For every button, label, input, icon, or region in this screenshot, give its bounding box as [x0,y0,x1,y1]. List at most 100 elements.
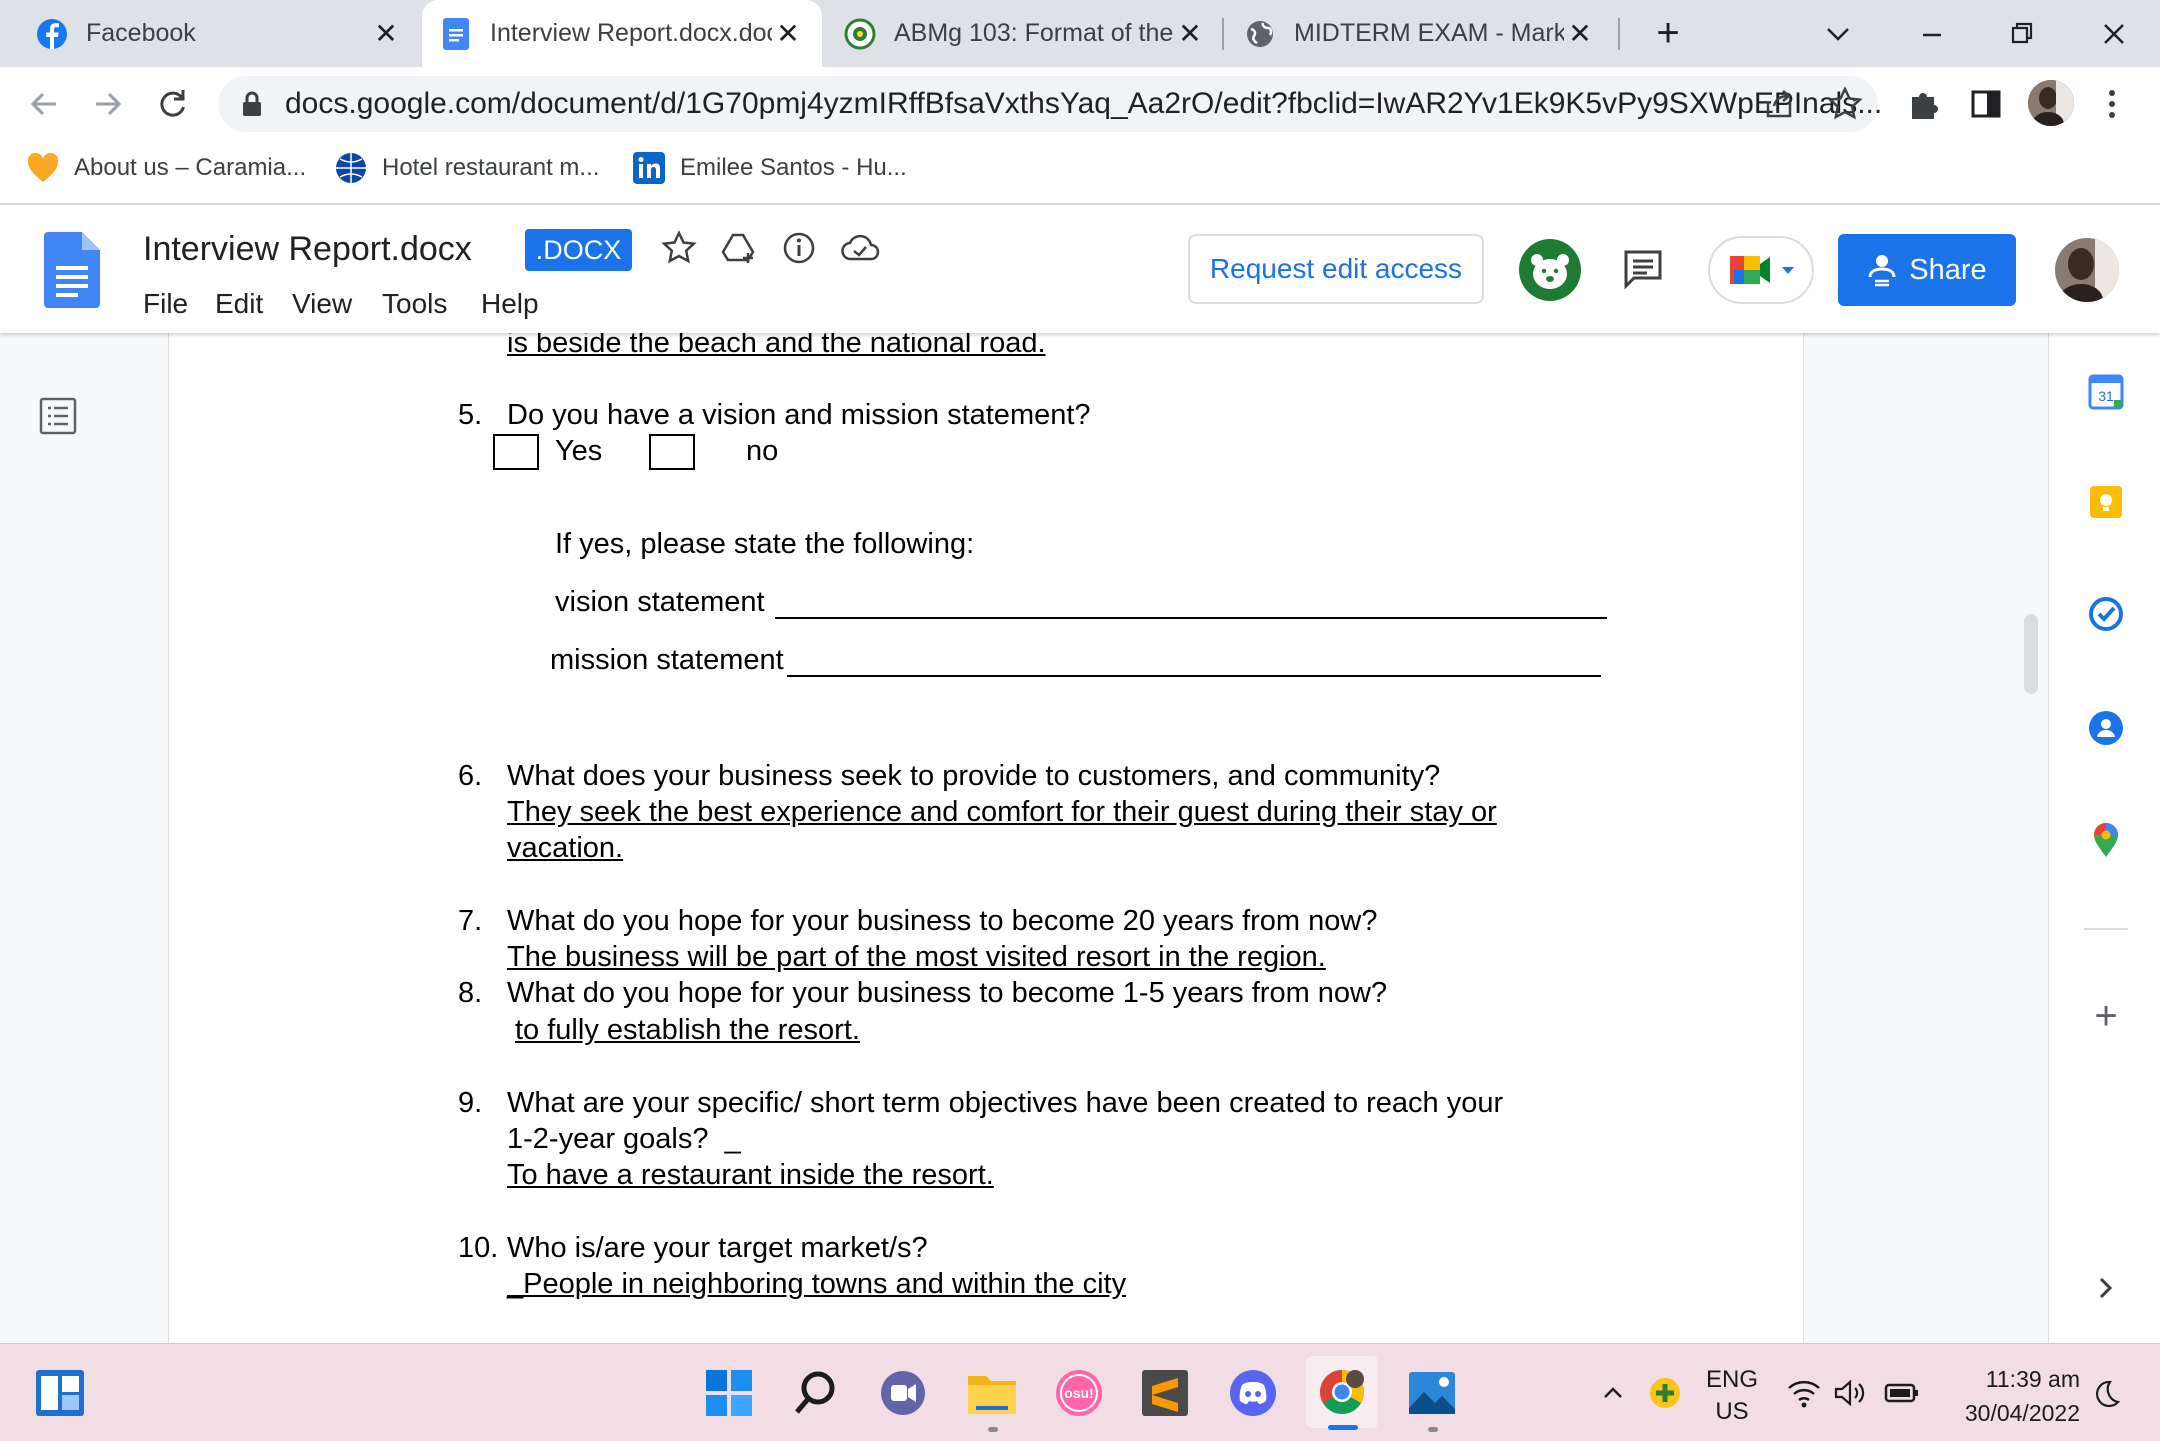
input-language-indicator[interactable]: ENG US [1700,1364,1764,1428]
close-tab-icon[interactable]: ✕ [772,18,804,50]
teams-chat-icon[interactable] [878,1368,928,1418]
scrollbar-thumb[interactable] [2024,614,2038,694]
chrome-menu-icon[interactable] [2100,86,2124,122]
tab-title: ABMg 103: Format of the [894,19,1174,47]
show-hidden-icons-chevron-icon[interactable] [1598,1378,1628,1408]
notification-moon-icon[interactable] [2090,1378,2122,1410]
question-6-text: What does your business seek to provide … [507,760,1441,792]
get-add-ons-plus-icon[interactable]: + [2088,996,2124,1036]
bear-extension-icon[interactable] [1518,238,1582,302]
document-page[interactable]: is beside the beach and the national roa… [168,333,1804,1343]
photos-icon[interactable] [1406,1368,1458,1418]
no-checkbox[interactable] [649,434,695,470]
question-8-number: 8. [458,977,483,1009]
google-contacts-icon[interactable] [2088,710,2124,746]
menu-help[interactable]: Help [481,288,539,320]
google-keep-icon[interactable] [2088,484,2124,520]
minimize-icon[interactable] [1912,14,1952,54]
expand-panel-chevron-icon[interactable] [2092,1270,2120,1306]
account-avatar[interactable] [2055,238,2119,302]
question-5-text: Do you have a vision and mission stateme… [507,399,1091,431]
menu-tools[interactable]: Tools [382,288,447,320]
menu-file[interactable]: File [143,288,188,320]
osu-icon[interactable]: osu! [1054,1368,1104,1418]
share-button[interactable]: Share [1838,234,2016,306]
extensions-puzzle-icon[interactable] [1906,85,1944,123]
profile-avatar[interactable] [2028,80,2074,126]
restore-window-icon[interactable] [2002,14,2042,54]
battery-icon[interactable] [1884,1378,1920,1408]
forward-arrow-icon[interactable] [88,84,128,124]
meet-button[interactable] [1708,236,1814,304]
facebook-icon [36,18,68,50]
bookmark-hotel-restaurant[interactable]: Hotel restaurant m... [334,150,599,186]
globe-icon [1244,18,1276,50]
volume-icon[interactable] [1832,1376,1866,1410]
back-arrow-icon[interactable] [24,84,64,124]
new-tab-plus-icon[interactable]: + [1648,13,1688,54]
tab-search-chevron-icon[interactable] [1818,14,1858,54]
comments-icon[interactable] [1622,248,1664,290]
close-tab-icon[interactable]: ✕ [1174,18,1206,50]
vision-statement-label: vision statement [555,586,765,618]
sublime-text-icon[interactable] [1140,1368,1190,1418]
file-explorer-icon[interactable] [966,1368,1018,1418]
cloud-saved-icon[interactable] [840,229,880,267]
answer-4-fragment: is beside the beach and the national roa… [507,333,1046,359]
document-title[interactable]: Interview Report.docx [143,230,472,269]
google-tasks-icon[interactable] [2088,596,2124,632]
tab-midterm-exam[interactable]: MIDTERM EXAM - Market ✕ [1224,0,1614,67]
tab-title: MIDTERM EXAM - Market [1294,19,1564,47]
reload-icon[interactable] [152,84,192,124]
osu-label: osu! [1064,1385,1094,1401]
wifi-icon[interactable] [1786,1376,1822,1410]
vision-statement-blank[interactable] [775,617,1607,619]
close-tab-icon[interactable]: ✕ [1564,18,1596,50]
question-10-text: Who is/are your target market/s? [507,1232,928,1264]
windows-start-icon[interactable] [704,1368,754,1418]
share-label: Share [1909,253,1987,286]
running-indicator [988,1427,998,1432]
close-window-icon[interactable] [2094,14,2134,54]
star-icon[interactable] [660,229,698,267]
clock[interactable]: 11:39 am 30/04/2022 [1940,1362,2080,1430]
tab-interview-report[interactable]: Interview Report.docx.doc ✕ [422,0,822,67]
menu-view[interactable]: View [292,288,352,320]
bookmark-about-us[interactable]: About us – Caramia... [26,150,306,186]
clock-time: 11:39 am [1985,1366,2080,1392]
chrome-icon [1320,1370,1364,1414]
tab-abmg-103[interactable]: ABMg 103: Format of the ✕ [824,0,1224,67]
yes-checkbox[interactable] [493,434,539,470]
google-calendar-icon[interactable]: 31 [2088,374,2124,410]
google-meet-icon [1730,256,1794,284]
bookmark-emilee-santos[interactable]: Emilee Santos - Hu... [632,150,907,186]
lock-icon[interactable] [240,90,264,118]
answer-6-line-2: vacation. [507,832,624,864]
menu-edit[interactable]: Edit [215,288,263,320]
bookmark-star-icon[interactable] [1826,85,1864,123]
tab-separator [1618,18,1620,50]
document-outline-icon[interactable] [38,396,78,436]
question-7-text: What do you hope for your business to be… [507,905,1378,937]
widgets-icon[interactable] [34,1368,86,1418]
bookmarks-bar [0,141,2160,205]
share-page-icon[interactable] [1762,86,1798,122]
question-5-number: 5. [458,399,483,431]
info-icon[interactable] [780,229,818,267]
question-9-text-line-2: 1-2-year goals? _ [507,1123,741,1155]
discord-icon[interactable] [1228,1368,1278,1418]
security-shield-tray-icon[interactable] [1648,1376,1682,1410]
close-tab-icon[interactable]: ✕ [370,18,402,50]
search-icon[interactable] [791,1368,841,1418]
tab-title: Facebook [86,19,196,47]
side-panel-icon[interactable] [1970,88,2002,120]
add-to-drive-icon[interactable] [720,229,758,267]
chrome-taskbar-button[interactable] [1306,1356,1378,1428]
url-text[interactable]: docs.google.com/document/d/1G70pmj4yzmIR… [285,87,1882,121]
answer-7: The business will be part of the most vi… [507,941,1326,973]
google-docs-logo-icon[interactable] [44,232,100,308]
tab-facebook[interactable]: Facebook ✕ [0,0,420,67]
request-edit-access-button[interactable]: Request edit access [1188,234,1484,304]
mission-statement-blank[interactable] [787,675,1601,677]
google-maps-icon[interactable] [2090,822,2122,858]
